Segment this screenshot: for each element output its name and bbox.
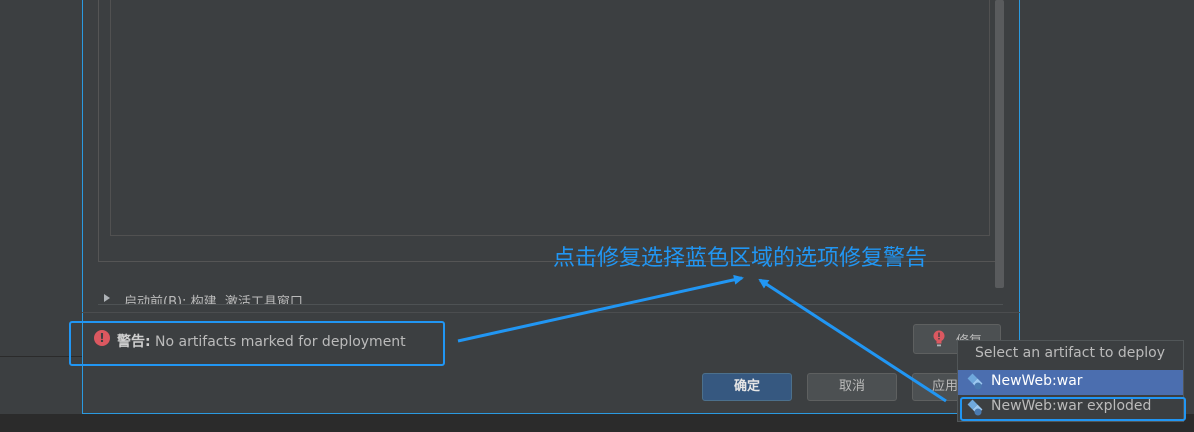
divider [98,304,1003,305]
configuration-list-area [110,0,990,236]
warning-message: 警告: No artifacts marked for deployment [117,331,406,351]
divider [82,312,1020,313]
popup-item-label: NewWeb:war [991,373,1083,389]
expand-triangle-icon[interactable] [104,294,110,302]
popup-title: Select an artifact to deploy [975,345,1166,361]
cancel-button[interactable]: 取消 [807,373,897,401]
error-circle-icon: ! [94,330,110,346]
artifact-icon [967,373,983,390]
ide-background-left [0,0,82,432]
ok-button[interactable]: 确定 [702,373,792,401]
lightbulb-error-icon [933,330,945,347]
before-launch-section[interactable]: 启动前(B): 构建, 激活工具窗口 [104,290,994,304]
highlight-box [960,397,1186,421]
warning-text: No artifacts marked for deployment [150,334,406,350]
before-launch-label: 启动前(B): 构建, 激活工具窗口 [124,295,303,304]
apply-button[interactable]: 应用 [912,373,962,401]
annotation-text: 点击修复选择蓝色区域的选项修复警告 [553,246,928,271]
warning-prefix: 警告: [117,334,151,350]
popup-item-newweb-war[interactable]: NewWeb:war [958,370,1183,395]
vertical-scrollbar[interactable] [995,0,1004,288]
